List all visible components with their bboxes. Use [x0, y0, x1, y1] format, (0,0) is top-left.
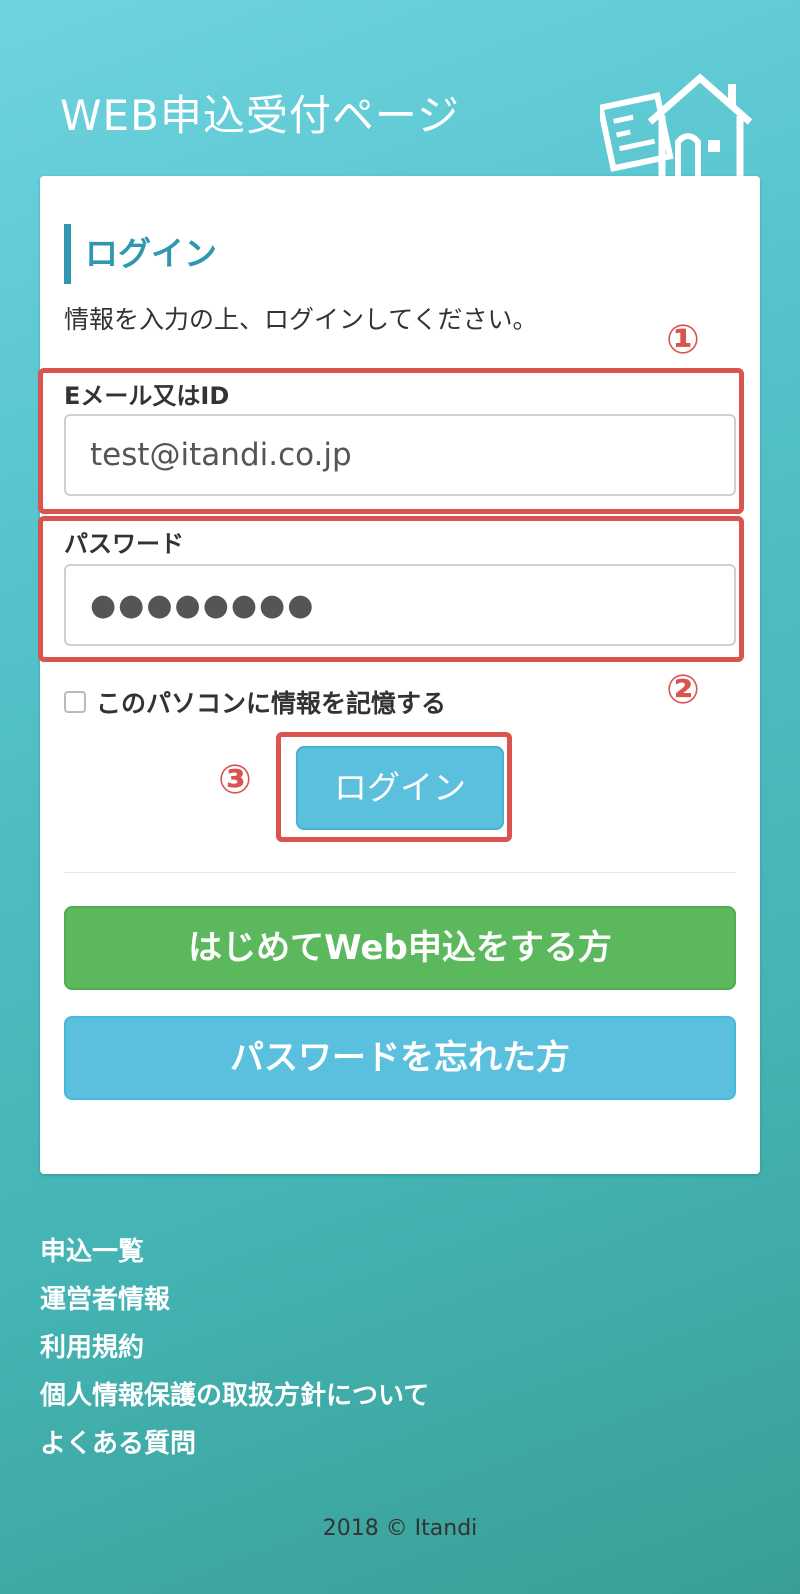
footer-link-application-list[interactable]: 申込一覧 — [40, 1228, 429, 1276]
forgot-password-button[interactable]: パスワードを忘れた方 — [64, 1016, 736, 1100]
copyright: 2018 © Itandi — [322, 1516, 478, 1541]
annotation-number-1: ① — [666, 317, 700, 363]
email-input[interactable] — [64, 414, 736, 496]
annotation-number-2: ② — [666, 667, 700, 713]
footer-link-faq[interactable]: よくある質問 — [40, 1420, 429, 1468]
login-instruction: 情報を入力の上、ログインしてください。 — [64, 305, 538, 334]
footer-link-operator-info[interactable]: 運営者情報 — [40, 1276, 429, 1324]
footer-link-privacy-policy[interactable]: 個人情報保護の取扱方針について — [40, 1372, 429, 1420]
first-time-apply-button[interactable]: はじめてWeb申込をする方 — [64, 906, 736, 990]
house-document-logo-icon — [600, 73, 753, 180]
remember-label: このパソコンに情報を記憶する — [96, 689, 447, 718]
site-title: WEB申込受付ページ — [60, 91, 461, 140]
login-card: ログイン 情報を入力の上、ログインしてください。 ① Eメール又はID パスワー… — [38, 176, 760, 1174]
footer-links: 申込一覧 運営者情報 利用規約 個人情報保護の取扱方針について よくある質問 — [40, 1228, 429, 1468]
remember-checkbox[interactable] — [64, 691, 86, 713]
card-divider — [64, 872, 736, 873]
password-label: パスワード — [64, 530, 184, 558]
remember-row[interactable]: このパソコンに情報を記憶する — [64, 684, 446, 720]
footer-link-terms[interactable]: 利用規約 — [40, 1324, 429, 1372]
annotation-number-3: ③ — [218, 757, 252, 803]
password-input[interactable] — [64, 564, 736, 646]
login-heading: ログイン — [64, 224, 217, 284]
login-button[interactable]: ログイン — [296, 746, 504, 830]
email-label: Eメール又はID — [64, 382, 230, 410]
